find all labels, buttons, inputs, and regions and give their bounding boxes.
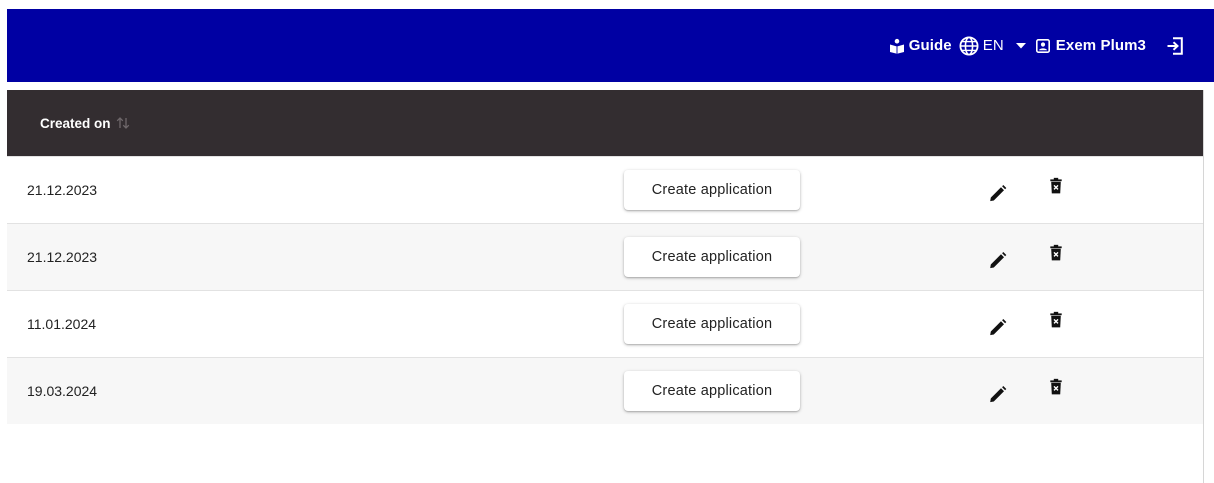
guide-book-icon [889,38,905,54]
table-header: Created on [7,90,1204,156]
created-on-cell: 11.01.2024 [27,316,97,332]
top-bar: Guide EN Exem Plum3 [7,9,1214,82]
pencil-icon[interactable] [987,249,1009,271]
vertical-scrollbar[interactable] [1203,90,1204,483]
top-bar-actions: Guide EN Exem Plum3 [889,9,1184,82]
create-application-button[interactable]: Create application [624,170,800,210]
user-name: Exem Plum3 [1055,37,1146,54]
trash-icon[interactable] [1047,175,1065,197]
chevron-down-icon [1015,42,1026,49]
column-header-created-on[interactable]: Created on [40,116,111,131]
page: Guide EN Exem Plum3 Created on 21.12.202… [0,0,1214,483]
pencil-icon[interactable] [987,182,1009,204]
globe-icon [959,35,979,56]
created-on-cell: 19.03.2024 [27,383,98,399]
create-application-button[interactable]: Create application [624,371,800,411]
pencil-icon[interactable] [987,383,1009,405]
logout-button[interactable] [1166,36,1184,55]
table-row: 19.03.2024 Create application [7,357,1204,424]
records-table: Created on 21.12.2023 Create application [7,90,1204,426]
language-label: EN [982,37,1004,54]
logout-icon [1166,36,1184,55]
guide-label: Guide [908,37,952,54]
trash-icon[interactable] [1047,309,1065,331]
table-row: 21.12.2023 Create application [7,156,1204,223]
pencil-icon[interactable] [987,316,1009,338]
guide-link[interactable]: Guide [889,37,952,54]
create-application-button[interactable]: Create application [624,304,800,344]
account-badge-icon [1035,38,1050,53]
created-on-cell: 21.12.2023 [27,182,98,198]
language-selector[interactable]: EN [959,35,1026,56]
trash-icon[interactable] [1047,242,1065,264]
table-row: 21.12.2023 Create application [7,223,1204,290]
user-menu[interactable]: Exem Plum3 [1035,37,1146,54]
created-on-cell: 21.12.2023 [27,249,98,265]
create-application-button[interactable]: Create application [624,237,800,277]
trash-icon[interactable] [1047,376,1065,398]
table-row: 11.01.2024 Create application [7,290,1204,357]
sort-arrows-icon[interactable] [116,117,130,129]
